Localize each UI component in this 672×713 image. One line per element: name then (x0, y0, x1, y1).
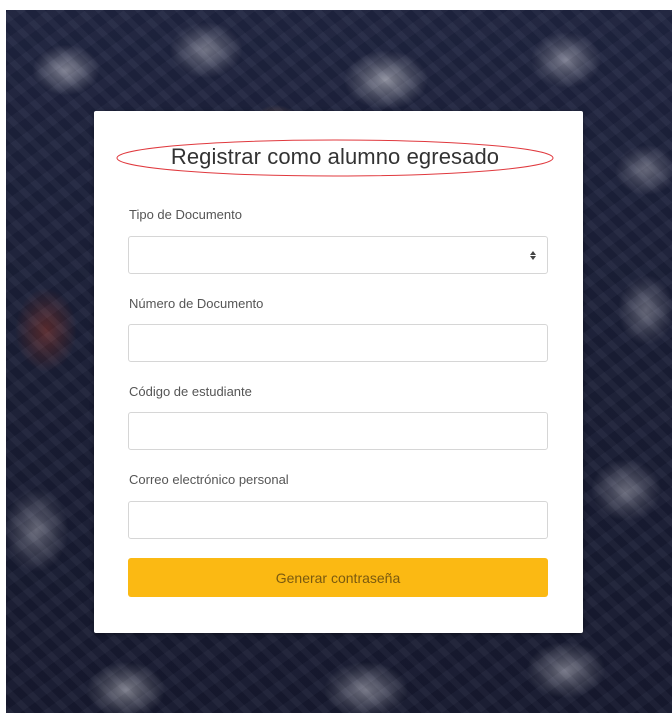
personal-email-label: Correo electrónico personal (129, 472, 289, 487)
student-code-label: Código de estudiante (129, 384, 252, 399)
page: Registrar como alumno egresado Tipo de D… (0, 0, 672, 713)
page-title: Registrar como alumno egresado (170, 144, 500, 169)
document-type-select[interactable] (128, 236, 548, 274)
registration-card: Registrar como alumno egresado Tipo de D… (94, 111, 583, 633)
document-number-input[interactable] (128, 324, 548, 362)
title-area: Registrar como alumno egresado (114, 137, 556, 179)
document-number-label: Número de Documento (129, 296, 264, 311)
student-code-input[interactable] (128, 412, 548, 450)
personal-email-input[interactable] (128, 501, 548, 539)
document-type-label: Tipo de Documento (129, 207, 242, 222)
generate-password-button[interactable]: Generar contraseña (128, 558, 548, 597)
sort-arrows-icon (529, 249, 537, 261)
